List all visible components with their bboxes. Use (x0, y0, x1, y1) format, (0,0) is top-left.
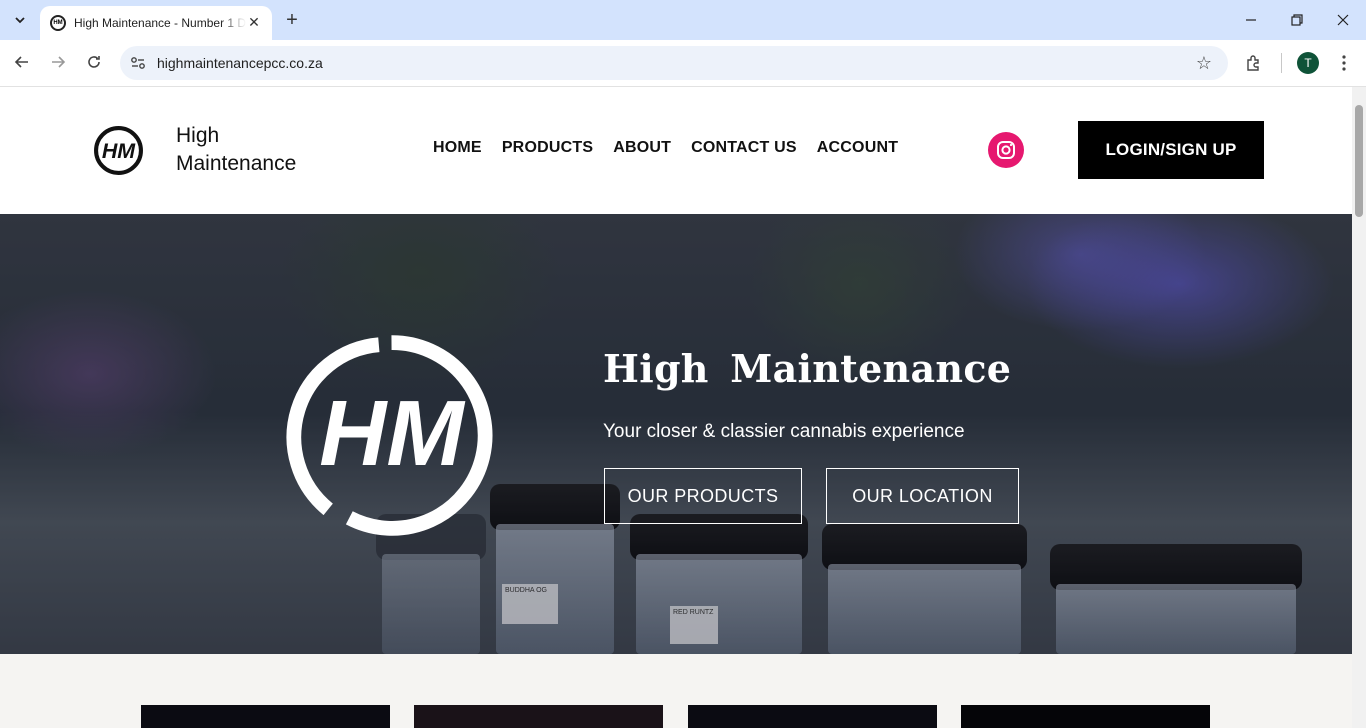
tab-search-button[interactable] (8, 8, 32, 32)
back-arrow-icon (14, 56, 28, 68)
product-card[interactable] (414, 705, 663, 728)
hero-banner: BUDDHA OG RED RUNTZ HM High Maintenance … (0, 214, 1352, 654)
reload-button[interactable] (82, 50, 106, 74)
reload-icon (88, 56, 100, 68)
hm-logo-icon[interactable]: HM (93, 125, 144, 176)
toolbar-divider (1281, 53, 1282, 73)
page-scrollbar[interactable] (1352, 87, 1366, 728)
bookmark-star-icon[interactable]: ☆ (1194, 53, 1214, 73)
product-card[interactable] (961, 705, 1210, 728)
nav-about[interactable]: ABOUT (613, 139, 671, 157)
our-location-button[interactable]: OUR LOCATION (826, 468, 1019, 524)
svg-text:HM: HM (319, 381, 465, 485)
hero-title: High Maintenance (603, 346, 1012, 391)
scrollbar-thumb[interactable] (1355, 105, 1363, 217)
site-header: HM High Maintenance HOME PRODUCTS ABOUT … (0, 87, 1352, 214)
our-products-button[interactable]: OUR PRODUCTS (604, 468, 802, 524)
browser-tab-active[interactable]: HM High Maintenance - Number 1 Dispensar… (40, 6, 272, 40)
svg-text:HM: HM (102, 139, 136, 163)
brand-line-2: Maintenance (176, 152, 297, 175)
hm-logo-icon: HM (286, 335, 493, 536)
nav-products[interactable]: PRODUCTS (502, 139, 593, 157)
puzzle-icon (1247, 55, 1259, 71)
site-settings-icon[interactable] (129, 54, 147, 72)
nav-account[interactable]: ACCOUNT (817, 139, 898, 157)
instagram-icon (997, 141, 1015, 159)
brand-name[interactable]: High Maintenance (176, 122, 296, 178)
restore-icon (1291, 14, 1303, 26)
forward-button[interactable] (46, 50, 70, 74)
new-tab-button[interactable]: + (282, 10, 302, 30)
extensions-button[interactable] (1243, 52, 1265, 74)
tab-close-icon[interactable]: ✕ (246, 14, 262, 30)
tab-title: High Maintenance - Number 1 Dispensary (74, 16, 246, 30)
minimize-icon (1246, 19, 1256, 21)
restore-button[interactable] (1274, 0, 1320, 40)
browser-menu-button[interactable] (1333, 52, 1355, 74)
chevron-down-icon (15, 17, 25, 24)
kebab-menu-icon (1342, 55, 1346, 71)
login-signup-button[interactable]: LOGIN/SIGN UP (1078, 121, 1264, 179)
url-text[interactable]: highmaintenancepcc.co.za (157, 55, 323, 71)
tab-strip: HM High Maintenance - Number 1 Dispensar… (0, 0, 1366, 40)
address-bar[interactable]: highmaintenancepcc.co.za ☆ (120, 46, 1228, 80)
back-button[interactable] (10, 50, 34, 74)
close-icon (1337, 14, 1349, 26)
web-page: HM High Maintenance HOME PRODUCTS ABOUT … (0, 87, 1352, 728)
main-navigation: HOME PRODUCTS ABOUT CONTACT US ACCOUNT (433, 139, 898, 157)
browser-toolbar: highmaintenancepcc.co.za ☆ (0, 40, 1366, 87)
hero-subtitle: Your closer & classier cannabis experien… (603, 421, 965, 442)
product-card[interactable] (141, 705, 390, 728)
minimize-button[interactable] (1228, 0, 1274, 40)
site-favicon-icon: HM (50, 15, 66, 31)
brand-line-1: High (176, 124, 220, 147)
nav-contact-us[interactable]: CONTACT US (691, 139, 797, 157)
forward-arrow-icon (52, 56, 66, 68)
product-card[interactable] (688, 705, 937, 728)
profile-avatar[interactable]: T (1297, 52, 1319, 74)
instagram-button[interactable] (988, 132, 1024, 168)
close-window-button[interactable] (1320, 0, 1366, 40)
nav-home[interactable]: HOME (433, 139, 482, 157)
